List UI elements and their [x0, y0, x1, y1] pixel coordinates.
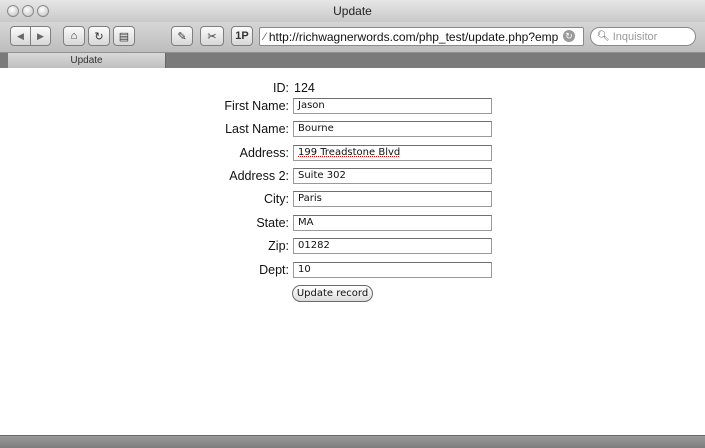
address-reload-icon[interactable]: ↻	[563, 30, 575, 42]
form-row-city: City: Paris	[0, 190, 705, 210]
id-value: 124	[294, 81, 315, 95]
form-row-last-name: Last Name: Bourne	[0, 120, 705, 140]
edit-pencil-icon: ✎	[177, 30, 187, 43]
page-content: ID: 124 First Name: Jason Last Name: Bou…	[0, 68, 705, 435]
snippet-button[interactable]: ✂	[200, 26, 224, 46]
tab-update[interactable]: Update	[8, 53, 166, 68]
address-2-label: Address 2:	[229, 169, 289, 183]
back-button[interactable]: ◀	[10, 26, 31, 46]
tab-bar: Update	[0, 53, 705, 68]
search-placeholder: Inquisitor	[612, 30, 658, 43]
forward-button[interactable]: ▶	[30, 26, 51, 46]
form-row-first-name: First Name: Jason	[0, 97, 705, 117]
form-row-address-2: Address 2: Suite 302	[0, 167, 705, 187]
back-arrow-icon: ◀	[17, 30, 24, 41]
reload-icon: ↻	[94, 30, 104, 43]
address-input[interactable]: 199 Treadstone Blvd	[293, 145, 492, 161]
first-name-input[interactable]: Jason	[293, 98, 492, 114]
toolbar: ◀ ▶ ⌂ ↻ ▤ ✎ ✂ 1P ⁄ http://richwagnerword…	[0, 22, 705, 53]
status-bar	[0, 435, 705, 448]
dept-label: Dept:	[259, 263, 289, 277]
state-input[interactable]: MA	[293, 215, 492, 231]
city-input[interactable]: Paris	[293, 191, 492, 207]
zip-label: Zip:	[268, 239, 289, 253]
search-field[interactable]: 🔍︎ Inquisitor	[590, 27, 696, 46]
address-2-input[interactable]: Suite 302	[293, 168, 492, 184]
form-row-address: Address: 199 Treadstone Blvd	[0, 144, 705, 164]
address-bar-text: http://richwagnerwords.com/php_test/upda…	[268, 29, 559, 44]
address-label: Address:	[239, 146, 289, 160]
window-title: Update	[333, 4, 372, 18]
form-row-state: State: MA	[0, 214, 705, 234]
address-input-text: 199 Treadstone Blvd	[298, 147, 401, 158]
print-icon: ▤	[118, 30, 130, 43]
first-name-label: First Name:	[224, 99, 289, 113]
id-label: ID:	[273, 81, 289, 95]
address-bar[interactable]: ⁄ http://richwagnerwords.com/php_test/up…	[259, 27, 584, 46]
print-button[interactable]: ▤	[113, 26, 135, 46]
browser-window: Update ◀ ▶ ⌂ ↻ ▤ ✎ ✂ 1P ⁄ http://richwag…	[0, 0, 705, 448]
back-forward-control: ◀ ▶	[10, 26, 52, 46]
onepassword-button[interactable]: 1P	[231, 26, 253, 46]
form-row-zip: Zip: 01282	[0, 237, 705, 257]
search-icon: 🔍︎	[597, 31, 610, 42]
home-icon: ⌂	[70, 30, 78, 42]
edit-button[interactable]: ✎	[171, 26, 193, 46]
last-name-input[interactable]: Bourne	[293, 121, 492, 137]
forward-arrow-icon: ▶	[37, 30, 44, 41]
home-button[interactable]: ⌂	[63, 26, 85, 46]
update-record-button[interactable]: Update record	[292, 285, 373, 302]
state-label: State:	[256, 216, 289, 230]
site-icon: ⁄	[264, 30, 266, 43]
dept-input[interactable]: 10	[293, 262, 492, 278]
id-row: ID: 124	[0, 79, 705, 99]
scissors-icon: ✂	[207, 30, 217, 43]
reload-button[interactable]: ↻	[88, 26, 110, 46]
zip-input[interactable]: 01282	[293, 238, 492, 254]
form-row-dept: Dept: 10	[0, 261, 705, 281]
city-label: City:	[264, 192, 289, 206]
last-name-label: Last Name:	[225, 122, 289, 136]
title-bar: Update	[0, 0, 705, 23]
